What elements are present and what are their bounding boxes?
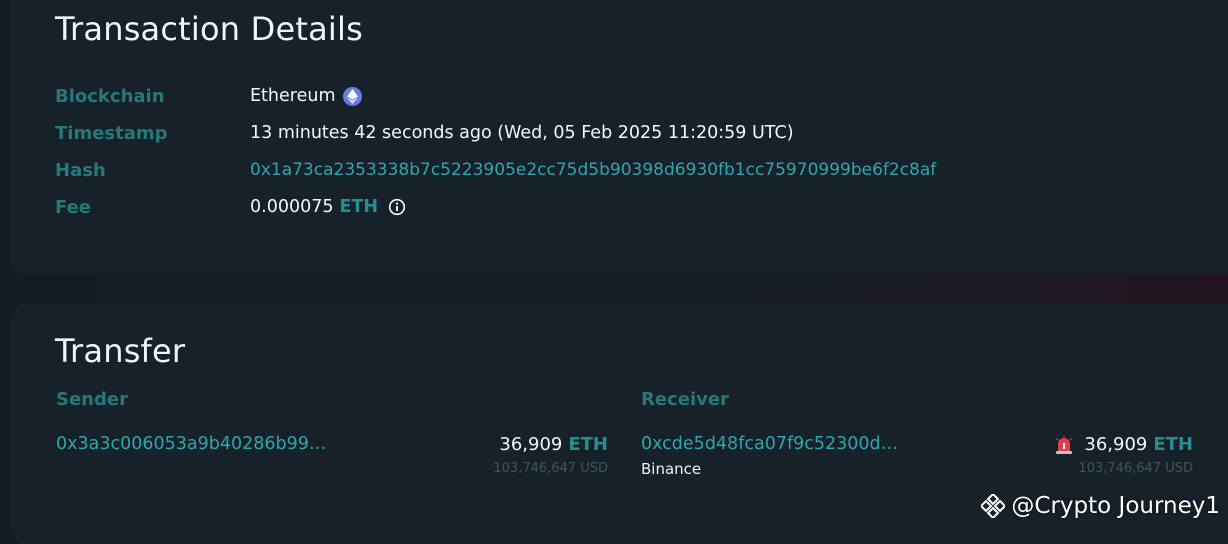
hash-label: Hash (55, 159, 106, 181)
sender-address-link[interactable]: 0x3a3c006053a9b40286b99… (56, 434, 326, 454)
blockchain-label: Blockchain (55, 85, 165, 107)
receiver-amount-value: 36,909 (1084, 434, 1148, 455)
sender-amount-value: 36,909 (499, 434, 563, 455)
receiver-usd-value: 103,746,647 USD (1078, 461, 1193, 476)
sender-amount-unit: ETH (568, 434, 608, 455)
receiver-label: Receiver (641, 389, 729, 410)
receiver-amount-unit: ETH (1153, 434, 1193, 455)
fee-amount: 0.000075 (250, 197, 334, 217)
fee-label: Fee (55, 196, 91, 218)
receiver-entity: Binance (641, 460, 702, 478)
transaction-details-card: Transaction Details Blockchain Ethereum … (10, 0, 1228, 273)
hash-link[interactable]: 0x1a73ca2353338b7c5223905e2cc75d5b90398d… (250, 160, 936, 180)
ethereum-icon (342, 86, 362, 106)
fee-unit: ETH (339, 197, 379, 217)
receiver-address-link[interactable]: 0xcde5d48fca07f9c52300d… (641, 434, 898, 454)
timestamp-row: Timestamp 13 minutes 42 seconds ago (Wed… (55, 121, 794, 145)
binance-logo-icon (980, 492, 1007, 520)
fee-value: 0.000075 ETH (250, 197, 406, 217)
info-icon[interactable] (388, 198, 406, 216)
blockchain-name: Ethereum (250, 86, 336, 106)
blockchain-value: Ethereum (250, 86, 362, 106)
timestamp-value: 13 minutes 42 seconds ago (Wed, 05 Feb 2… (250, 123, 794, 143)
blockchain-row: Blockchain Ethereum (55, 84, 362, 108)
hash-row: Hash 0x1a73ca2353338b7c5223905e2cc75d5b9… (55, 158, 936, 182)
transfer-title: Transfer (55, 332, 186, 370)
watermark-text: @Crypto Journey1 (1011, 493, 1220, 519)
transaction-details-title: Transaction Details (55, 10, 363, 48)
sender-usd-value: 103,746,647 USD (493, 461, 608, 476)
watermark: @Crypto Journey1 (980, 492, 1220, 520)
alarm-icon (1054, 435, 1074, 455)
sender-amount: 36,909 ETH (440, 434, 608, 455)
timestamp-label: Timestamp (55, 122, 168, 144)
receiver-amount: 36,909 ETH (990, 434, 1193, 455)
fee-row: Fee 0.000075 ETH (55, 195, 406, 219)
sender-label: Sender (56, 389, 128, 410)
